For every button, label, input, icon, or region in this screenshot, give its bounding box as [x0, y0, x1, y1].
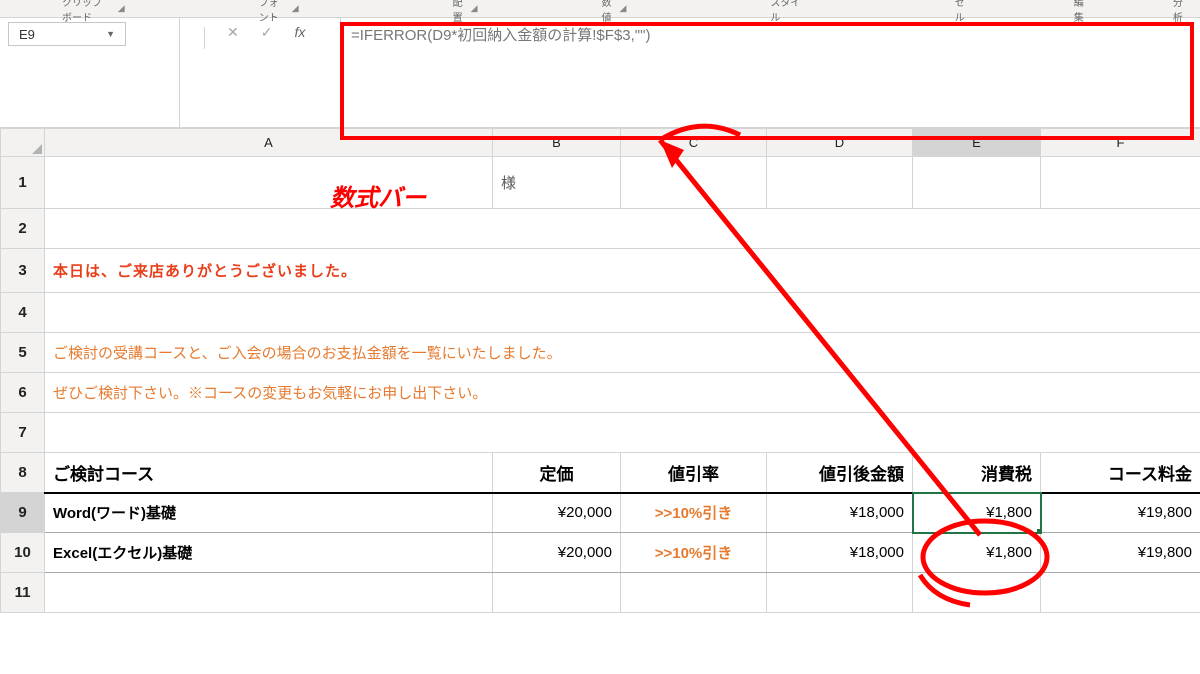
course-name-1[interactable]: Word(ワード)基礎: [45, 493, 493, 533]
cell-B11[interactable]: [493, 573, 621, 613]
row-header-1[interactable]: 1: [1, 157, 45, 209]
active-cell-E9[interactable]: ¥1,800: [913, 493, 1041, 533]
cell-C11[interactable]: [621, 573, 767, 613]
row-header-11[interactable]: 11: [1, 573, 45, 613]
cell-C1[interactable]: [621, 157, 767, 209]
name-box-value: E9: [19, 27, 35, 42]
cell-D11[interactable]: [767, 573, 913, 613]
tax-2[interactable]: ¥1,800: [913, 533, 1041, 573]
chevron-down-icon[interactable]: ▼: [106, 29, 115, 39]
col-header-A[interactable]: A: [45, 129, 493, 157]
total-2[interactable]: ¥19,800: [1041, 533, 1200, 573]
price-1[interactable]: ¥20,000: [493, 493, 621, 533]
discount-2[interactable]: >>10%引き: [621, 533, 767, 573]
col-header-F[interactable]: F: [1041, 129, 1200, 157]
discount-1[interactable]: >>10%引き: [621, 493, 767, 533]
table-header-discount[interactable]: 値引率: [621, 453, 767, 493]
info-line-1[interactable]: ご検討の受講コースと、ご入会の場合のお支払金額を一覧にいたしました。: [45, 333, 1200, 373]
row-header-10[interactable]: 10: [1, 533, 45, 573]
table-header-course[interactable]: ご検討コース: [45, 453, 493, 493]
row-header-2[interactable]: 2: [1, 209, 45, 249]
table-header-tax[interactable]: 消費税: [913, 453, 1041, 493]
row-header-6[interactable]: 6: [1, 373, 45, 413]
price-2[interactable]: ¥20,000: [493, 533, 621, 573]
row-header-5[interactable]: 5: [1, 333, 45, 373]
annotation-label: 数式バー: [330, 178, 426, 213]
tax-value-1: ¥1,800: [986, 504, 1032, 521]
formula-bar-row: E9 ▼ ✕ ✓ fx =IFERROR(D9*初回納入金額の計算!$F$3,"…: [0, 18, 1200, 128]
row-header-9[interactable]: 9: [1, 493, 45, 533]
select-all-corner[interactable]: [1, 129, 45, 157]
name-box[interactable]: E9 ▼: [8, 22, 126, 46]
course-name-2[interactable]: Excel(エクセル)基礎: [45, 533, 493, 573]
cell-A11[interactable]: [45, 573, 493, 613]
after-1[interactable]: ¥18,000: [767, 493, 913, 533]
formula-input[interactable]: =IFERROR(D9*初回納入金額の計算!$F$3,""): [340, 18, 1200, 127]
cancel-formula-icon[interactable]: ✕: [227, 24, 239, 41]
cell-B1[interactable]: 様: [493, 157, 621, 209]
col-header-D[interactable]: D: [767, 129, 913, 157]
table-header-total[interactable]: コース料金: [1041, 453, 1200, 493]
cell-E1[interactable]: [913, 157, 1041, 209]
info-line-2[interactable]: ぜひご検討下さい。※コースの変更もお気軽にお申し出下さい。: [45, 373, 1200, 413]
row-header-8[interactable]: 8: [1, 453, 45, 493]
fill-handle[interactable]: [1037, 529, 1041, 533]
row-header-7[interactable]: 7: [1, 413, 45, 453]
cell-D1[interactable]: [767, 157, 913, 209]
cell-F1[interactable]: [1041, 157, 1200, 209]
ribbon-group-labels: クリップボード◢ フォント◢ 配置◢ 数値◢ スタイル セル 編集 分析: [0, 0, 1200, 18]
cell-A2[interactable]: [45, 209, 1200, 249]
fx-icon[interactable]: fx: [294, 24, 305, 40]
col-header-B[interactable]: B: [493, 129, 621, 157]
col-header-E[interactable]: E: [913, 129, 1041, 157]
table-header-after[interactable]: 値引後金額: [767, 453, 913, 493]
col-header-C[interactable]: C: [621, 129, 767, 157]
after-2[interactable]: ¥18,000: [767, 533, 913, 573]
table-header-price[interactable]: 定価: [493, 453, 621, 493]
row-header-3[interactable]: 3: [1, 249, 45, 293]
enter-formula-icon[interactable]: ✓: [261, 24, 273, 41]
total-1[interactable]: ¥19,800: [1041, 493, 1200, 533]
cell-A7[interactable]: [45, 413, 1200, 453]
cell-E11[interactable]: [913, 573, 1041, 613]
cell-F11[interactable]: [1041, 573, 1200, 613]
row-header-4[interactable]: 4: [1, 293, 45, 333]
greeting-message[interactable]: 本日は、ご来店ありがとうございました。: [45, 249, 1200, 293]
spreadsheet-grid[interactable]: A B C D E F 1 様 2 3 本日は、ご来店ありがとうございました。 …: [0, 128, 1200, 613]
divider-row[interactable]: [45, 293, 1200, 333]
